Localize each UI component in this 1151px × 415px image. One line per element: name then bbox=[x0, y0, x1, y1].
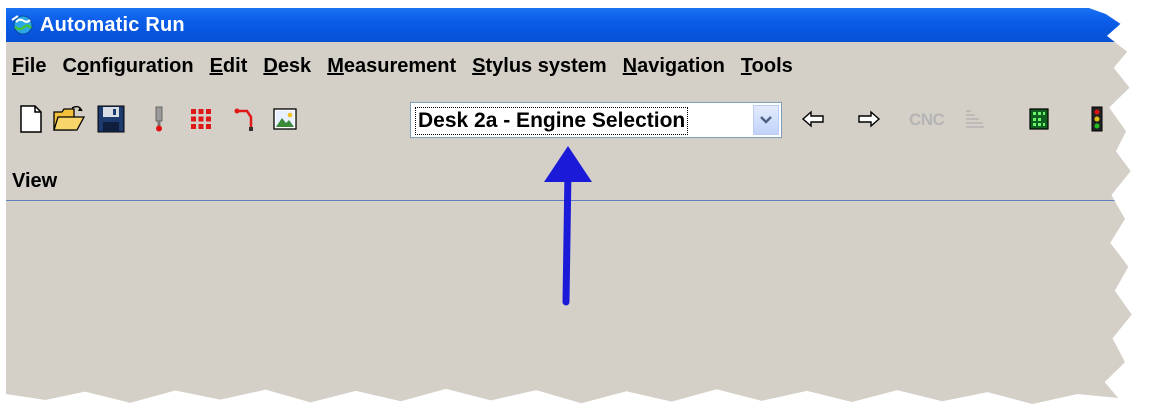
image-icon bbox=[273, 108, 297, 130]
panel-icon bbox=[1029, 108, 1049, 130]
menu-configuration-rest: nfiguration bbox=[89, 54, 194, 77]
menu-desk-rest: esk bbox=[277, 54, 312, 77]
menu-configuration-pre: C bbox=[62, 54, 77, 77]
menu-stylus-mnemonic: S bbox=[472, 54, 486, 77]
forward-button[interactable] bbox=[852, 102, 886, 136]
menu-stylus-rest: tylus system bbox=[485, 54, 607, 77]
grid-icon bbox=[191, 109, 211, 129]
image-button[interactable] bbox=[268, 102, 302, 136]
new-file-icon bbox=[20, 105, 42, 133]
screenshot-frame: Automatic Run File Configuration Edit De… bbox=[0, 0, 1151, 415]
stylus-path-icon bbox=[234, 108, 253, 131]
open-button[interactable] bbox=[52, 102, 86, 136]
grid-button[interactable] bbox=[184, 102, 218, 136]
stylus-path-button[interactable] bbox=[228, 102, 262, 136]
menu-tools-rest: ools bbox=[751, 54, 793, 77]
save-button[interactable] bbox=[94, 102, 128, 136]
menu-navigation-mnemonic: N bbox=[622, 54, 638, 77]
menu-measurement-mnemonic: M bbox=[327, 54, 344, 77]
back-arrow-icon bbox=[801, 110, 824, 128]
probe-icon bbox=[155, 106, 163, 132]
menu-tools-mnemonic: T bbox=[740, 54, 752, 77]
new-file-button[interactable] bbox=[14, 102, 48, 136]
open-folder-icon bbox=[53, 105, 86, 131]
desk-selector-value: Desk 2a - Engine Selection bbox=[415, 107, 689, 135]
lines-button[interactable] bbox=[958, 102, 992, 136]
menu-file[interactable]: File bbox=[12, 55, 46, 78]
traffic-light-icon bbox=[1091, 106, 1103, 132]
probe-button[interactable] bbox=[142, 102, 176, 136]
window-title: Automatic Run bbox=[40, 13, 185, 36]
menu-desk-mnemonic: D bbox=[263, 54, 278, 77]
forward-arrow-icon bbox=[858, 110, 881, 128]
menu-measurement-rest: easurement bbox=[343, 54, 457, 77]
save-icon bbox=[97, 105, 125, 133]
menu-file-rest: ile bbox=[24, 54, 47, 77]
toolbar: Desk 2a - Engine Selection CNC bbox=[6, 100, 1132, 140]
menu-desk[interactable]: Desk bbox=[263, 55, 311, 78]
menu-edit-mnemonic: E bbox=[209, 54, 223, 77]
menu-tools[interactable]: Tools bbox=[741, 55, 793, 78]
title-bar[interactable]: Automatic Run bbox=[6, 8, 1132, 42]
view-section-label: View bbox=[12, 170, 58, 192]
panel-button[interactable] bbox=[1022, 102, 1056, 136]
annotation-arrow-icon bbox=[544, 146, 592, 306]
lines-icon bbox=[966, 110, 984, 128]
traffic-light-button[interactable] bbox=[1080, 102, 1114, 136]
menu-stylus-system[interactable]: Stylus system bbox=[472, 55, 607, 78]
menu-file-mnemonic: F bbox=[12, 54, 25, 77]
menu-edit[interactable]: Edit bbox=[210, 55, 248, 78]
menu-edit-rest: dit bbox=[222, 54, 248, 77]
desk-selector-dropdown-button[interactable] bbox=[753, 105, 779, 135]
desk-selector-combobox[interactable]: Desk 2a - Engine Selection bbox=[410, 102, 782, 138]
menu-navigation[interactable]: Navigation bbox=[623, 55, 725, 78]
menu-navigation-rest: avigation bbox=[637, 54, 725, 77]
menu-bar: File Configuration Edit Desk Measurement… bbox=[6, 52, 1132, 80]
cnc-icon[interactable]: CNC bbox=[909, 110, 945, 130]
app-globe-icon bbox=[11, 15, 33, 35]
menu-configuration-mnemonic: o bbox=[76, 54, 90, 77]
menu-configuration[interactable]: Configuration bbox=[62, 55, 193, 78]
chevron-down-icon bbox=[760, 116, 772, 124]
menu-measurement[interactable]: Measurement bbox=[327, 55, 456, 78]
back-button[interactable] bbox=[796, 102, 830, 136]
